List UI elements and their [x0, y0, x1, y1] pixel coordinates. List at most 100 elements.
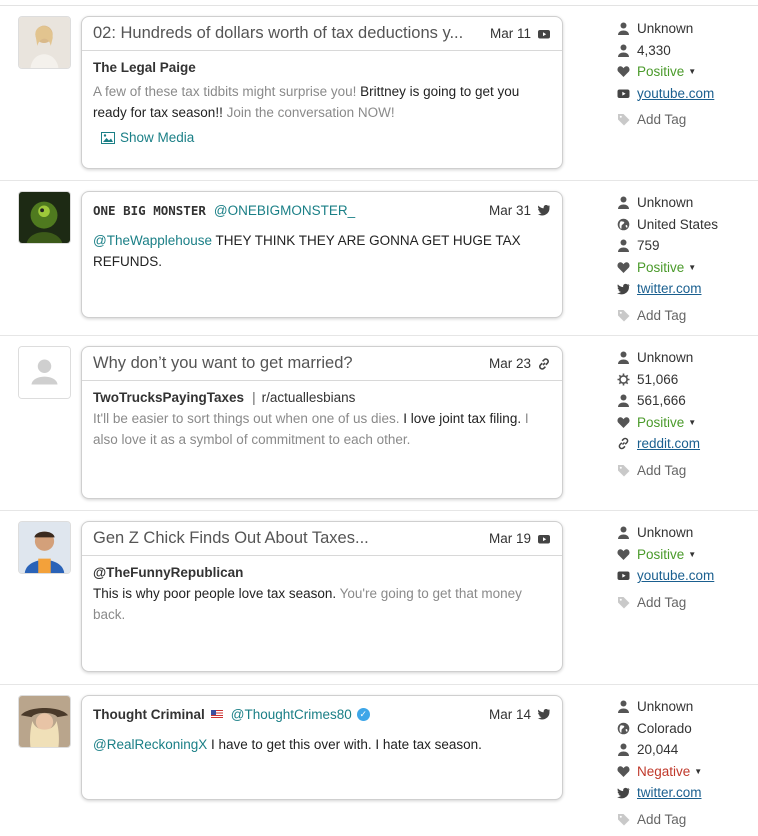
meta-followers: 759	[617, 235, 752, 257]
link-icon	[617, 437, 630, 450]
post-title[interactable]: 02: Hundreds of dollars worth of tax ded…	[93, 24, 480, 43]
post-text: A few of these tax tidbits might surpris…	[93, 84, 520, 120]
post-card[interactable]: ONE BIG MONSTER @ONEBIGMONSTER_ Mar 31 @…	[81, 191, 563, 318]
post-author[interactable]: The Legal Paige	[93, 60, 551, 75]
add-tag-button[interactable]: Add Tag	[617, 460, 752, 482]
person-icon	[617, 44, 630, 57]
add-tag-button[interactable]: Add Tag	[617, 592, 752, 614]
mention-link[interactable]: @RealReckoningX	[93, 737, 207, 752]
post-handle[interactable]: @ONEBIGMONSTER_	[214, 203, 355, 218]
twitter-icon[interactable]	[537, 203, 551, 217]
meta-domain[interactable]: twitter.com	[617, 782, 752, 804]
youtube-icon	[617, 569, 630, 582]
post-card[interactable]: Gen Z Chick Finds Out About Taxes... Mar…	[81, 521, 563, 672]
author-avatar[interactable]	[18, 16, 71, 69]
meta-domain[interactable]: twitter.com	[617, 278, 752, 300]
post-author[interactable]: Thought Criminal	[93, 707, 205, 722]
post-text: @TheWapplehouse THEY THINK THEY ARE GONN…	[93, 233, 521, 269]
chevron-down-icon: ▼	[694, 766, 703, 776]
post-card[interactable]: Why don’t you want to get married? Mar 2…	[81, 346, 563, 499]
post-date: Mar 19	[488, 531, 531, 546]
meta-karma: 51,066	[617, 369, 752, 391]
person-icon	[617, 351, 630, 365]
author-avatar[interactable]	[18, 191, 71, 244]
top-divider	[0, 5, 758, 6]
post-title[interactable]: Gen Z Chick Finds Out About Taxes...	[93, 529, 479, 548]
show-media-label: Show Media	[120, 130, 195, 145]
meta-gender: Unknown	[617, 347, 752, 369]
youtube-icon[interactable]	[537, 27, 551, 41]
verified-badge-icon: ✓	[356, 707, 370, 721]
post-header: 02: Hundreds of dollars worth of tax ded…	[82, 17, 562, 51]
post-header: Why don’t you want to get married? Mar 2…	[82, 347, 562, 381]
twitter-icon	[617, 786, 630, 799]
meta-gender: Unknown	[617, 696, 752, 718]
heart-icon	[617, 65, 630, 78]
post-card[interactable]: 02: Hundreds of dollars worth of tax ded…	[81, 16, 563, 169]
add-tag-button[interactable]: Add Tag	[617, 305, 752, 327]
post-date: Mar 11	[489, 26, 531, 41]
post-meta: Unknown Colorado 20,044 Negative ▼ twitte…	[617, 696, 752, 830]
meta-domain[interactable]: youtube.com	[617, 83, 752, 105]
post-author[interactable]: @TheFunnyRepublican	[93, 565, 551, 580]
post-date: Mar 14	[488, 706, 531, 722]
gear-icon	[617, 373, 630, 386]
globe-icon	[617, 722, 630, 735]
chevron-down-icon: ▼	[688, 67, 697, 77]
post-author[interactable]: TwoTrucksPayingTaxes	[93, 390, 244, 405]
us-flag-icon	[210, 710, 223, 718]
tag-icon	[617, 813, 630, 826]
mention-link[interactable]: @TheWapplehouse	[93, 233, 212, 248]
post-date: Mar 23	[488, 356, 531, 371]
meta-domain[interactable]: youtube.com	[617, 565, 752, 587]
globe-icon	[617, 218, 630, 231]
row-divider	[0, 335, 758, 336]
post-text: @RealReckoningX I have to get this over …	[93, 737, 482, 752]
heart-icon	[617, 261, 630, 274]
row-divider	[0, 684, 758, 685]
post-handle[interactable]: @ThoughtCrimes80	[231, 707, 352, 722]
show-media-button[interactable]: Show Media	[101, 130, 551, 145]
row-divider	[0, 510, 758, 511]
meta-sentiment[interactable]: Positive ▼	[617, 412, 752, 434]
link-icon[interactable]	[537, 357, 551, 371]
post-date: Mar 31	[488, 202, 531, 218]
post-card[interactable]: Thought Criminal @ThoughtCrimes80 ✓ Mar …	[81, 695, 563, 800]
meta-gender: Unknown	[617, 18, 752, 40]
meta-followers: 4,330	[617, 40, 752, 62]
add-tag-button[interactable]: Add Tag	[617, 809, 752, 831]
twitter-icon	[617, 282, 630, 295]
tag-icon	[617, 464, 630, 477]
meta-gender: Unknown	[617, 522, 752, 544]
meta-domain[interactable]: reddit.com	[617, 433, 752, 455]
youtube-icon[interactable]	[537, 532, 551, 546]
post-header: ONE BIG MONSTER @ONEBIGMONSTER_ Mar 31	[82, 192, 562, 228]
meta-followers: 20,044	[617, 739, 752, 761]
twitter-icon[interactable]	[537, 707, 551, 721]
person-icon	[617, 239, 630, 253]
heart-icon	[617, 765, 630, 778]
heart-icon	[617, 416, 630, 429]
add-tag-button[interactable]: Add Tag	[617, 109, 752, 131]
post-author[interactable]: ONE BIG MONSTER	[93, 203, 206, 218]
author-avatar[interactable]	[18, 521, 71, 574]
chevron-down-icon: ▼	[688, 417, 697, 427]
meta-location: Colorado	[617, 718, 752, 740]
person-icon	[617, 526, 630, 540]
meta-sentiment[interactable]: Positive ▼	[617, 61, 752, 83]
chevron-down-icon: ▼	[688, 262, 697, 272]
image-icon	[101, 131, 115, 144]
tag-icon	[617, 309, 630, 322]
row-divider	[0, 180, 758, 181]
meta-sentiment[interactable]: Positive ▼	[617, 257, 752, 279]
separator: |	[252, 390, 256, 405]
subreddit[interactable]: r/actuallesbians	[262, 390, 356, 405]
meta-sentiment[interactable]: Negative ▼	[617, 761, 752, 783]
meta-sentiment[interactable]: Positive ▼	[617, 544, 752, 566]
author-avatar[interactable]	[18, 346, 71, 399]
post-title[interactable]: Why don’t you want to get married?	[93, 354, 479, 373]
person-icon	[617, 394, 630, 408]
post-header: Gen Z Chick Finds Out About Taxes... Mar…	[82, 522, 562, 556]
person-icon	[617, 22, 630, 36]
author-avatar[interactable]	[18, 695, 71, 748]
